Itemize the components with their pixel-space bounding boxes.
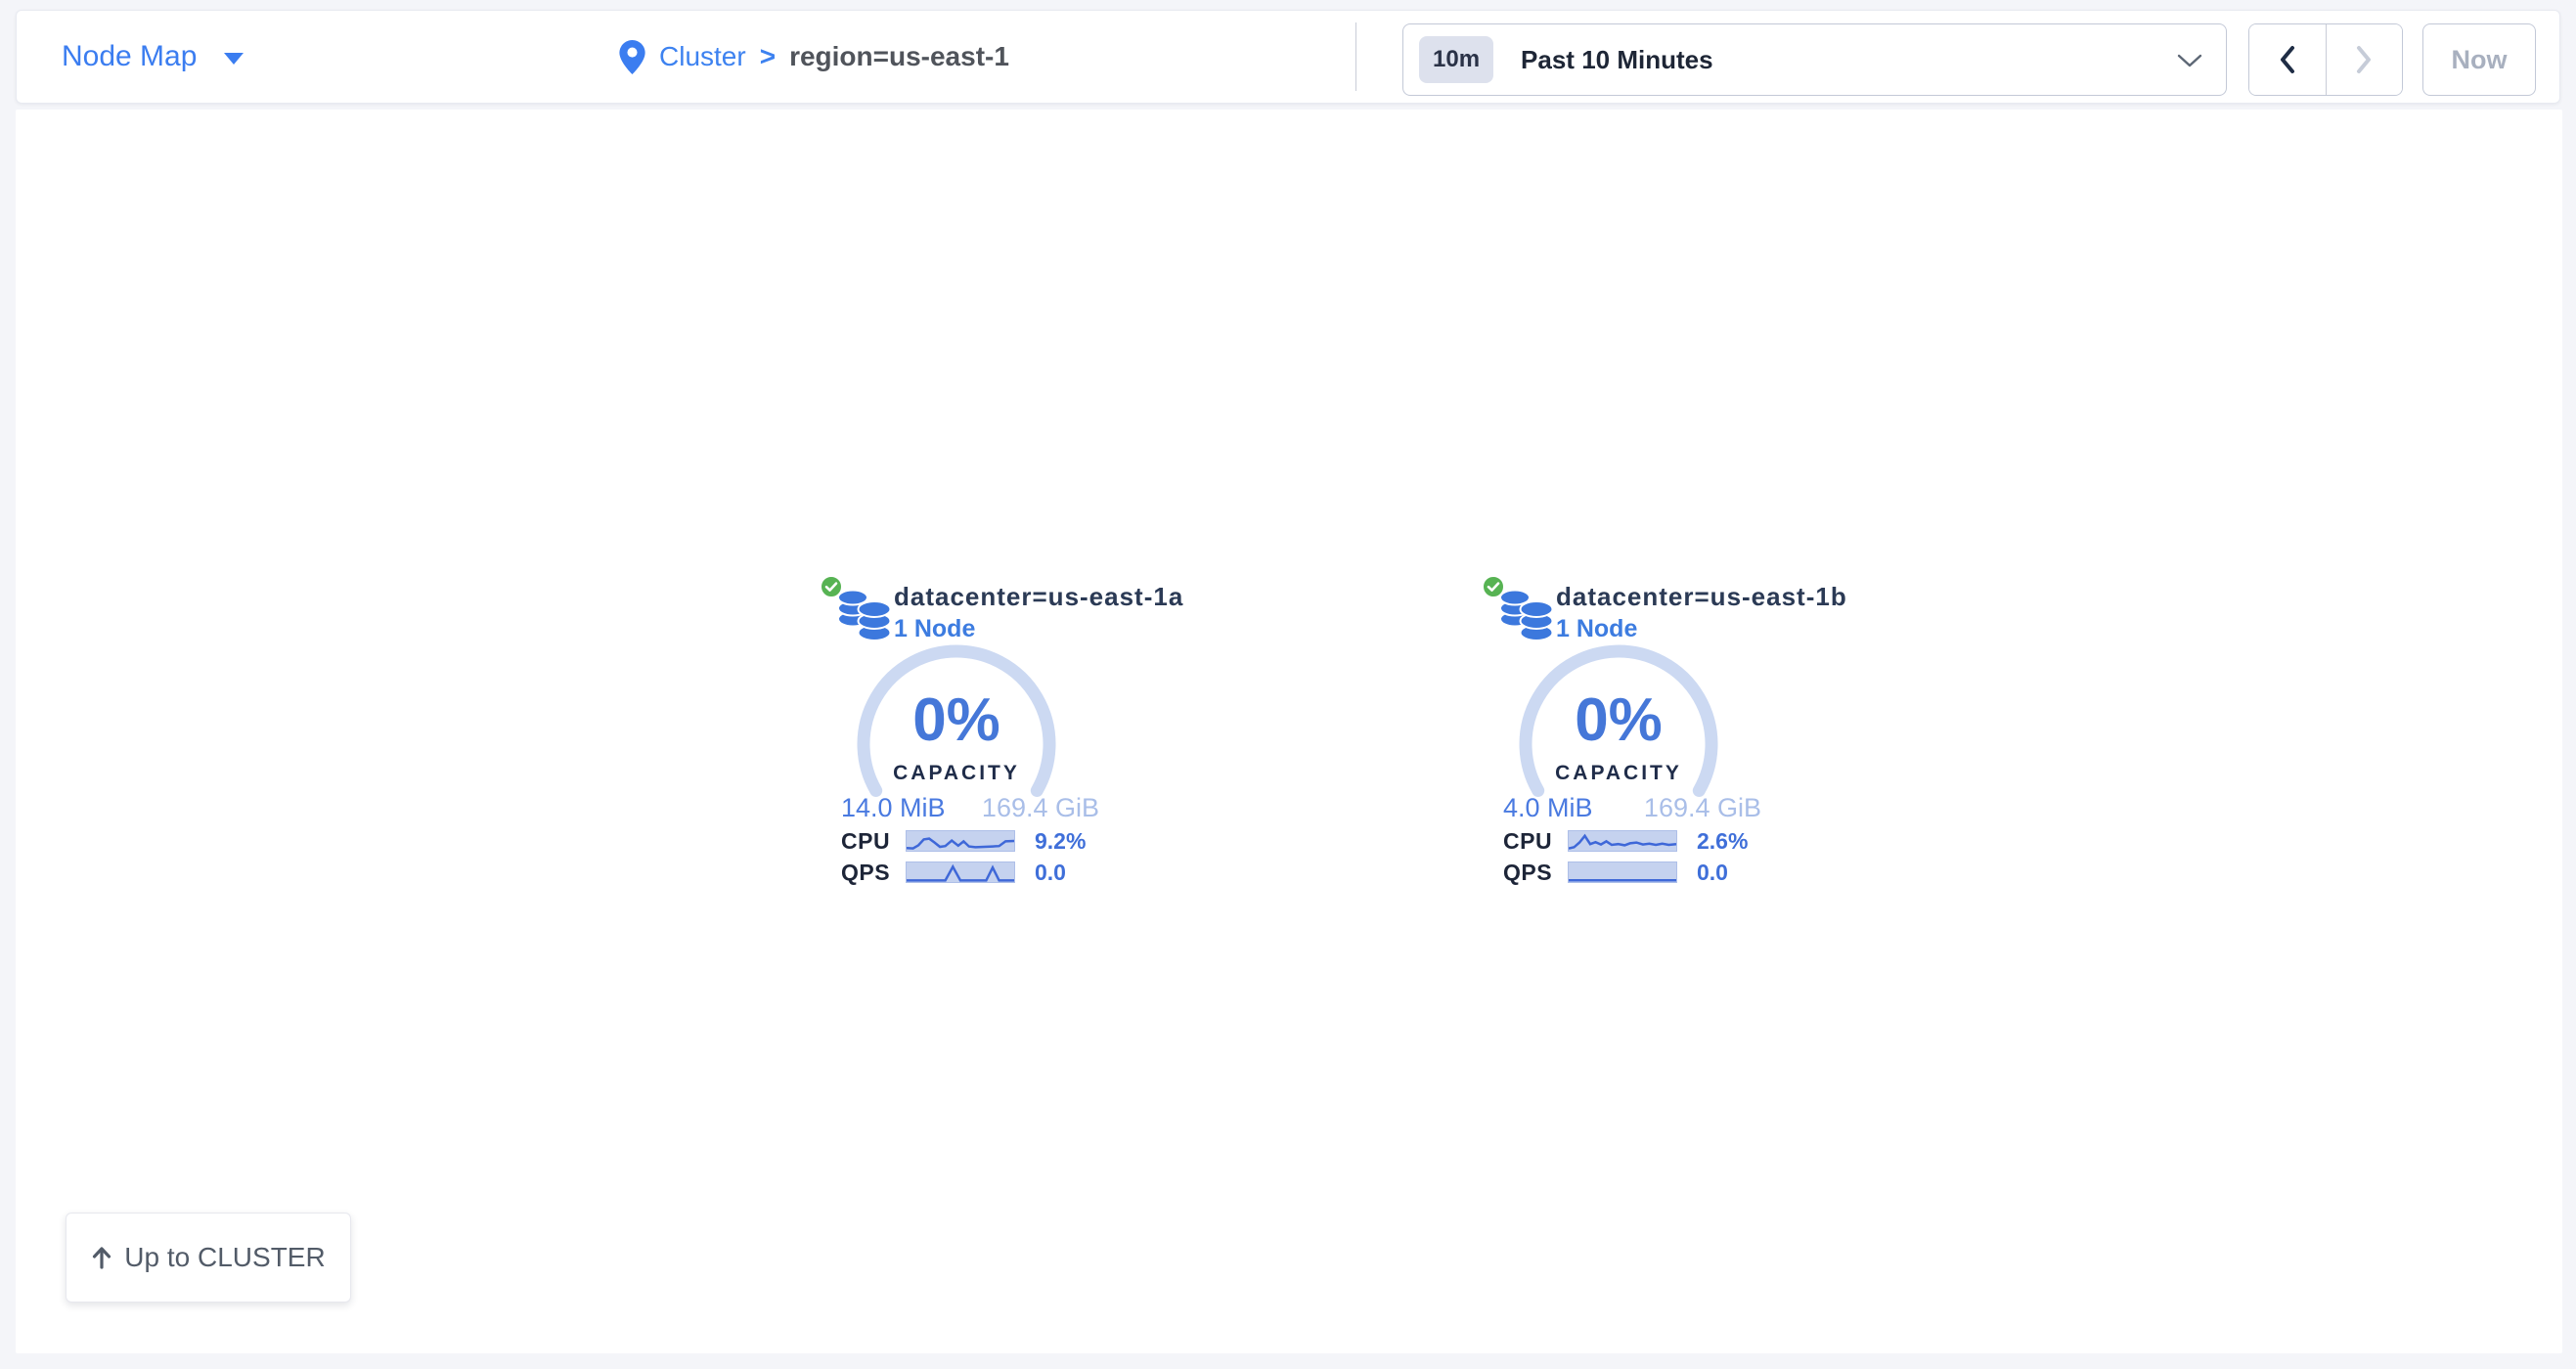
cpu-sparkline — [1568, 830, 1677, 852]
cpu-value: 2.6% — [1697, 828, 1748, 855]
node-map-canvas: datacenter=us-east-1a 1 Node 0% CAPACITY… — [16, 110, 2562, 1353]
cpu-stat-row: CPU 9.2% — [841, 828, 1086, 854]
header-divider — [1355, 22, 1356, 91]
qps-stat-row: QPS 0.0 — [1503, 860, 1728, 885]
caret-down-icon — [224, 53, 244, 65]
capacity-used: 4.0 MiB — [1503, 793, 1593, 823]
time-window-label: Past 10 Minutes — [1521, 45, 1713, 75]
location-pin-icon — [619, 40, 645, 74]
chevron-right-icon — [2354, 45, 2374, 74]
cpu-label: CPU — [1503, 828, 1568, 855]
qps-label: QPS — [1503, 860, 1568, 886]
datacenter-card[interactable]: datacenter=us-east-1a 1 Node 0% CAPACITY… — [790, 572, 1127, 901]
qps-value: 0.0 — [1697, 860, 1728, 886]
cpu-value: 9.2% — [1035, 828, 1086, 855]
capacity-percent: 0% — [1513, 685, 1724, 755]
view-selector[interactable]: Node Map — [62, 11, 244, 103]
database-stack-icon — [836, 584, 893, 642]
qps-label: QPS — [841, 860, 906, 886]
chevron-down-icon — [2177, 54, 2202, 68]
cpu-stat-row: CPU 2.6% — [1503, 828, 1748, 854]
datacenter-name: datacenter=us-east-1b — [1556, 582, 1847, 612]
capacity-caption: CAPACITY — [851, 762, 1062, 785]
breadcrumb-separator: > — [760, 41, 776, 72]
cpu-label: CPU — [841, 828, 906, 855]
qps-value: 0.0 — [1035, 860, 1066, 886]
time-window-badge: 10m — [1419, 36, 1493, 83]
capacity-used: 14.0 MiB — [841, 793, 946, 823]
qps-stat-row: QPS 0.0 — [841, 860, 1066, 885]
breadcrumb-current-location: region=us-east-1 — [789, 41, 1009, 72]
time-step-button-group — [2248, 23, 2403, 96]
chevron-left-icon — [2278, 45, 2297, 74]
arrow-up-icon — [91, 1246, 112, 1269]
capacity-percent: 0% — [851, 685, 1062, 755]
capacity-total: 169.4 GiB — [1644, 793, 1761, 823]
cpu-sparkline — [906, 830, 1015, 852]
database-stack-icon — [1498, 584, 1555, 642]
qps-sparkline — [1568, 861, 1677, 883]
breadcrumb: Cluster > region=us-east-1 — [619, 11, 1009, 103]
qps-sparkline — [906, 861, 1015, 883]
view-selector-label: Node Map — [62, 40, 197, 73]
now-button[interactable]: Now — [2422, 23, 2536, 96]
breadcrumb-cluster-link[interactable]: Cluster — [659, 41, 746, 72]
capacity-range: 14.0 MiB 169.4 GiB — [841, 793, 1099, 823]
prev-time-button[interactable] — [2249, 24, 2326, 95]
top-toolbar: Node Map Cluster > region=us-east-1 10m … — [16, 10, 2560, 104]
next-time-button[interactable] — [2326, 24, 2403, 95]
capacity-range: 4.0 MiB 169.4 GiB — [1503, 793, 1761, 823]
capacity-total: 169.4 GiB — [982, 793, 1099, 823]
up-to-cluster-label: Up to CLUSTER — [124, 1242, 325, 1273]
datacenter-card[interactable]: datacenter=us-east-1b 1 Node 0% CAPACITY… — [1452, 572, 1789, 901]
capacity-caption: CAPACITY — [1513, 762, 1724, 785]
time-window-dropdown[interactable]: 10m Past 10 Minutes — [1402, 23, 2227, 96]
datacenter-name: datacenter=us-east-1a — [894, 582, 1183, 612]
up-to-cluster-button[interactable]: Up to CLUSTER — [66, 1213, 351, 1303]
